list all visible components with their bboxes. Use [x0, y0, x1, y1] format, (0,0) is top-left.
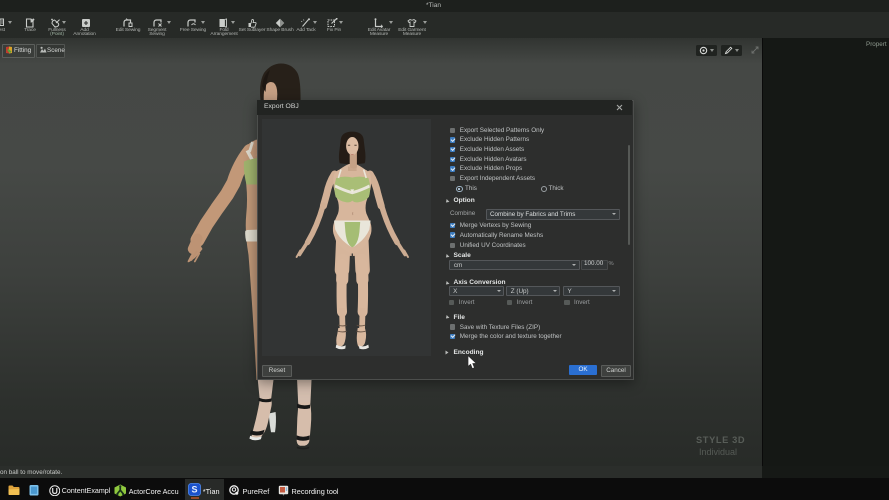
svg-text:S: S	[191, 485, 197, 495]
